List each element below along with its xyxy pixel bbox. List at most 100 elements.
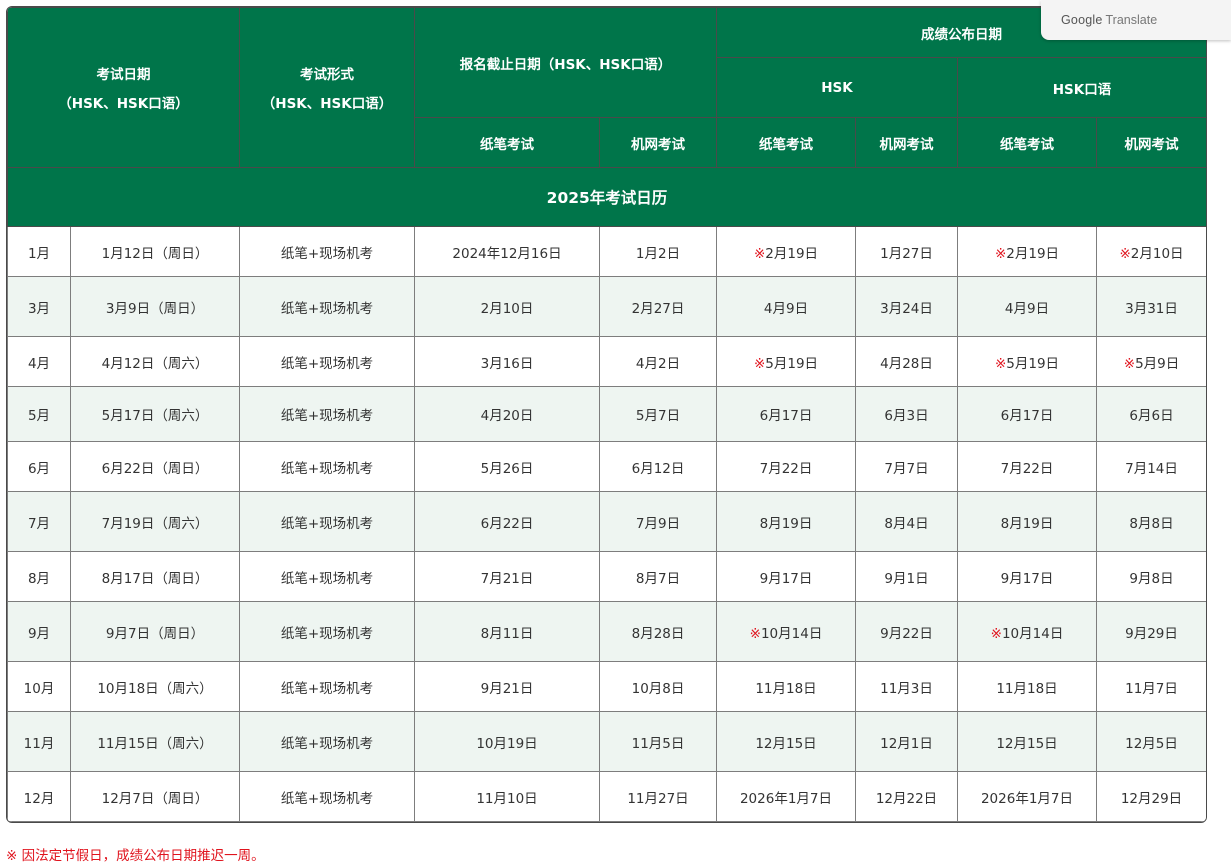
- hsk-paper-cell: 2026年1月7日: [716, 771, 856, 822]
- month-cell: 1月: [7, 226, 71, 277]
- exam-date-cell: 6月22日（周日）: [70, 441, 240, 492]
- oral-online-cell: 9月29日: [1096, 601, 1206, 662]
- hsk-paper-cell-value: 2026年1月7日: [739, 790, 833, 807]
- table-row: 10月 10月18日（周六） 纸笔+现场机考 9月21日 10月8日 11月18日 11月3…: [7, 661, 1206, 712]
- table-row: 9月 9月7日（周日） 纸笔+现场机考 8月11日 8月28日 ※10月14日 9月22日 ※…: [7, 601, 1206, 662]
- reg-deadline-header-label: 报名截止日期（HSK、HSK口语）: [459, 56, 672, 73]
- oral-paper-cell: ※2月19日: [957, 226, 1097, 277]
- reg-paper-cell-value: 9月21日: [480, 680, 534, 697]
- reg-paper-cell: 6月22日: [414, 491, 600, 552]
- oral-online-cell-value: 2月10日: [1130, 245, 1184, 262]
- exam-date-cell: 5月17日（周六）: [70, 386, 240, 442]
- exam-form-cell-value: 纸笔+现场机考: [280, 460, 374, 477]
- oral-paper-cell: 4月9日: [957, 276, 1097, 337]
- exam-form-cell-value: 纸笔+现场机考: [280, 300, 374, 317]
- reg-online-cell: 7月9日: [599, 491, 717, 552]
- exam-calendar-table: 考试日期 （HSK、HSK口语） 考试形式 （HSK、HSK口语） 报名截止日期…: [7, 7, 1206, 822]
- hsk-online-cell: 1月27日: [855, 226, 958, 277]
- table-row: 4月 4月12日（周六） 纸笔+现场机考 3月16日 4月2日 ※5月19日 4月28日 ※5…: [7, 336, 1206, 387]
- exam-form-cell-value: 纸笔+现场机考: [280, 790, 374, 807]
- hsk-paper-header: 纸笔考试: [716, 117, 856, 168]
- oral-online-cell: 9月8日: [1096, 551, 1206, 602]
- oral-paper-cell: 6月17日: [957, 386, 1097, 442]
- month-cell: 6月: [7, 441, 71, 492]
- hsk-online-cell-value: 3月24日: [880, 300, 933, 317]
- hsk-paper-cell: 12月15日: [716, 711, 856, 772]
- reg-deadline-header: 报名截止日期（HSK、HSK口语）: [414, 7, 717, 118]
- reg-paper-cell: 2月10日: [414, 276, 600, 337]
- reg-paper-cell-value: 2024年12月16日: [452, 245, 562, 262]
- reg-paper-cell: 4月20日: [414, 386, 600, 442]
- oral-online-cell: ※5月9日: [1096, 336, 1206, 387]
- exam-date-cell-value: 6月22日（周日）: [101, 460, 209, 477]
- hsk-online-cell: 6月3日: [855, 386, 958, 442]
- hsk-online-cell: 7月7日: [855, 441, 958, 492]
- exam-date-header: 考试日期 （HSK、HSK口语）: [7, 7, 240, 168]
- hsk-online-cell: 8月4日: [855, 491, 958, 552]
- month-cell-value: 10月: [23, 680, 55, 697]
- reg-paper-cell: 11月10日: [414, 771, 600, 822]
- exam-form-cell: 纸笔+现场机考: [239, 491, 415, 552]
- exam-date-header-sub: （HSK、HSK口语）: [58, 96, 189, 112]
- exam-date-cell-value: 7月19日（周六）: [101, 515, 209, 532]
- month-cell: 11月: [7, 711, 71, 772]
- oral-paper-cell: ※5月19日: [957, 336, 1097, 387]
- hsk-paper-cell-value: 2月19日: [765, 245, 819, 262]
- oral-online-cell-value: 11月7日: [1125, 680, 1178, 697]
- exam-form-cell: 纸笔+现场机考: [239, 386, 415, 442]
- exam-form-header: 考试形式 （HSK、HSK口语）: [239, 7, 415, 168]
- exam-form-cell-value: 纸笔+现场机考: [280, 570, 374, 587]
- reg-online-cell: 8月28日: [599, 601, 717, 662]
- exam-date-cell-value: 4月12日（周六）: [101, 355, 209, 372]
- exam-form-cell: 纸笔+现场机考: [239, 771, 415, 822]
- exam-date-cell-value: 9月7日（周日）: [105, 625, 205, 642]
- month-cell-value: 11月: [23, 735, 55, 752]
- reg-paper-cell: 3月16日: [414, 336, 600, 387]
- reg-online-cell-value: 7月9日: [635, 515, 681, 532]
- exam-form-cell: 纸笔+现场机考: [239, 276, 415, 337]
- exam-date-cell: 8月17日（周日）: [70, 551, 240, 602]
- month-cell: 10月: [7, 661, 71, 712]
- reg-paper-cell-value: 8月11日: [480, 625, 534, 642]
- oral-online-cell: 11月7日: [1096, 661, 1206, 712]
- month-cell-value: 4月: [27, 355, 51, 372]
- reg-paper-cell-value: 6月22日: [480, 515, 534, 532]
- oral-online-cell-value: 12月29日: [1120, 790, 1183, 807]
- reg-paper-cell: 5月26日: [414, 441, 600, 492]
- exam-date-cell: 9月7日（周日）: [70, 601, 240, 662]
- hsk-paper-cell: 11月18日: [716, 661, 856, 712]
- hsk-paper-cell: 7月22日: [716, 441, 856, 492]
- reg-paper-cell: 8月11日: [414, 601, 600, 662]
- reg-online-cell: 4月2日: [599, 336, 717, 387]
- hsk-online-cell: 3月24日: [855, 276, 958, 337]
- holiday-mark: ※: [1119, 245, 1131, 262]
- table-row: 7月 7月19日（周六） 纸笔+现场机考 6月22日 7月9日 8月19日 8月4日 8月19…: [7, 491, 1206, 552]
- exam-date-cell-value: 10月18日（周六）: [97, 680, 213, 697]
- month-cell-value: 12月: [23, 790, 55, 807]
- exam-form-cell: 纸笔+现场机考: [239, 601, 415, 662]
- oral-paper-cell-value: 10月14日: [1001, 625, 1064, 642]
- oral-online-cell: 12月5日: [1096, 711, 1206, 772]
- exam-form-cell: 纸笔+现场机考: [239, 661, 415, 712]
- month-cell: 3月: [7, 276, 71, 337]
- hsk-online-cell: 4月28日: [855, 336, 958, 387]
- hsk-online-header: 机网考试: [855, 117, 958, 168]
- reg-online-cell: 2月27日: [599, 276, 717, 337]
- oral-paper-cell-value: 4月9日: [1004, 300, 1050, 317]
- hsk-paper-cell: ※2月19日: [716, 226, 856, 277]
- exam-form-header-sub: （HSK、HSK口语）: [261, 96, 393, 112]
- month-cell-value: 1月: [27, 245, 51, 262]
- reg-paper-cell: 10月19日: [414, 711, 600, 772]
- google-translate-widget[interactable]: Google Translate: [1041, 0, 1231, 40]
- oral-paper-cell-value: 6月17日: [1000, 408, 1054, 424]
- table-row: 5月 5月17日（周六） 纸笔+现场机考 4月20日 5月7日 6月17日 6月3日 6月17…: [7, 386, 1206, 442]
- hsk-paper-cell-value: 4月9日: [763, 300, 809, 317]
- exam-form-cell: 纸笔+现场机考: [239, 711, 415, 772]
- oral-online-cell-value: 6月6日: [1129, 408, 1174, 424]
- reg-online-cell-value: 4月2日: [635, 355, 681, 372]
- reg-online-cell-value: 11月27日: [627, 790, 689, 807]
- oral-online-cell: 3月31日: [1096, 276, 1206, 337]
- exam-form-cell-value: 纸笔+现场机考: [280, 735, 374, 752]
- oral-paper-cell: 11月18日: [957, 661, 1097, 712]
- reg-online-cell-value: 1月2日: [635, 245, 681, 262]
